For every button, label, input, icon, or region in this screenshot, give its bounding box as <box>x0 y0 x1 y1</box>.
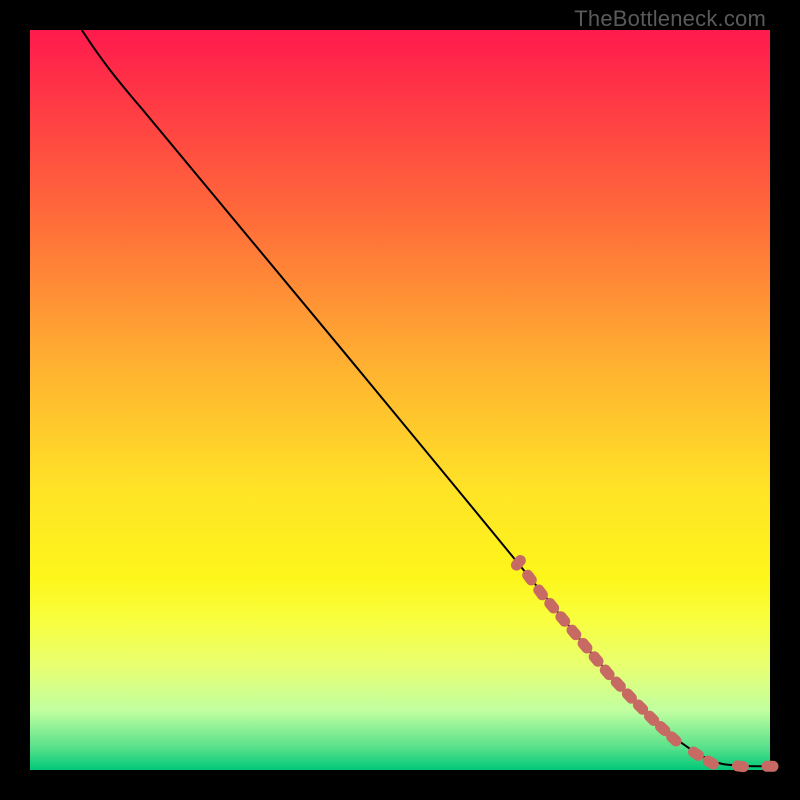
highlight-dot <box>732 760 749 772</box>
attribution-watermark: TheBottleneck.com <box>574 6 766 32</box>
highlight-dots-group <box>509 553 778 772</box>
bottleneck-curve <box>82 30 770 766</box>
chart-svg <box>30 30 770 770</box>
highlight-dot <box>762 761 778 771</box>
